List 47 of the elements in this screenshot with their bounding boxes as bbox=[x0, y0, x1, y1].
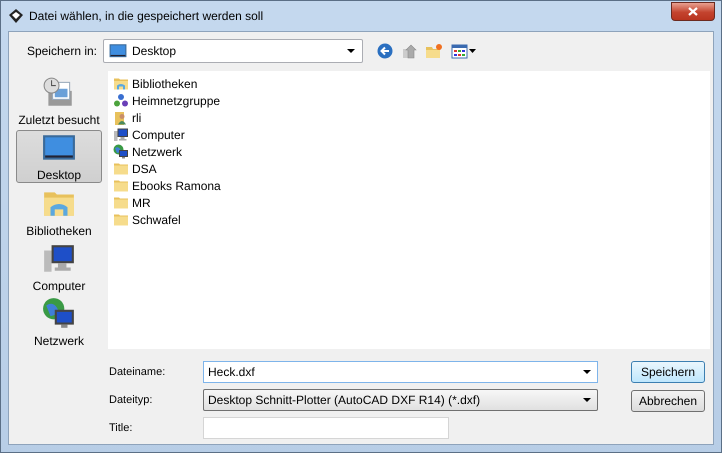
filename-field[interactable]: Heck.dxf bbox=[203, 360, 598, 382]
folder-icon bbox=[113, 194, 129, 210]
file-list-item[interactable]: Bibliotheken bbox=[113, 75, 198, 92]
caret-icon bbox=[347, 49, 355, 53]
cancel-button[interactable]: Abbrechen bbox=[631, 390, 705, 412]
file-list-item[interactable]: MR bbox=[113, 194, 151, 211]
up-folder-icon bbox=[401, 43, 417, 59]
places-item[interactable]: Zuletzt besucht bbox=[16, 75, 102, 128]
back-button[interactable] bbox=[375, 41, 395, 61]
save-in-label: Speichern in: bbox=[26, 44, 98, 58]
new-folder-icon bbox=[425, 43, 443, 59]
file-list-item[interactable]: Schwafel bbox=[113, 211, 181, 228]
folder-icon bbox=[113, 160, 129, 176]
folder-icon bbox=[113, 212, 129, 228]
places-item[interactable]: Computer bbox=[16, 240, 102, 294]
save-button[interactable]: Speichern bbox=[631, 361, 705, 383]
computer-icon bbox=[113, 126, 129, 142]
view-grid-icon bbox=[451, 43, 477, 59]
file-list-item[interactable]: Ebooks Ramona bbox=[113, 177, 221, 194]
file-list-item[interactable]: Heimnetzgruppe bbox=[113, 92, 220, 109]
places-item[interactable]: Desktop bbox=[16, 130, 102, 184]
file-list-item[interactable]: Netzwerk bbox=[113, 143, 182, 160]
app-icon bbox=[8, 8, 24, 24]
places-item[interactable]: Netzwerk bbox=[16, 296, 102, 350]
location-dropdown[interactable]: Desktop bbox=[103, 39, 363, 63]
close-button[interactable] bbox=[671, 2, 715, 20]
new-folder-button[interactable] bbox=[423, 41, 445, 61]
close-icon bbox=[688, 6, 698, 16]
caret-icon bbox=[583, 370, 591, 374]
desktop-icon bbox=[109, 42, 127, 60]
filetype-label: Dateityp: bbox=[109, 394, 154, 406]
places-item[interactable]: Bibliotheken bbox=[16, 185, 102, 239]
file-list-item[interactable]: Computer bbox=[113, 126, 185, 143]
network-icon bbox=[42, 296, 76, 331]
title-label: Title: bbox=[109, 422, 134, 434]
file-list-item[interactable]: DSA bbox=[113, 160, 157, 177]
filename-label: Dateiname: bbox=[109, 366, 166, 378]
people-icon bbox=[113, 92, 129, 108]
window-title: Datei wählen, in die gespeichert werden soll bbox=[29, 9, 264, 23]
caret-icon bbox=[583, 398, 591, 402]
filetype-dropdown[interactable]: Desktop Schnitt-Plotter (AutoCAD DXF R14) (*.dxf) bbox=[203, 388, 598, 410]
library-icon bbox=[113, 76, 129, 92]
network-icon bbox=[113, 144, 129, 160]
file-list-item[interactable]: rli bbox=[113, 109, 142, 126]
title-field[interactable] bbox=[203, 416, 449, 438]
user-folder-icon bbox=[113, 110, 129, 126]
folder-icon bbox=[113, 178, 129, 194]
